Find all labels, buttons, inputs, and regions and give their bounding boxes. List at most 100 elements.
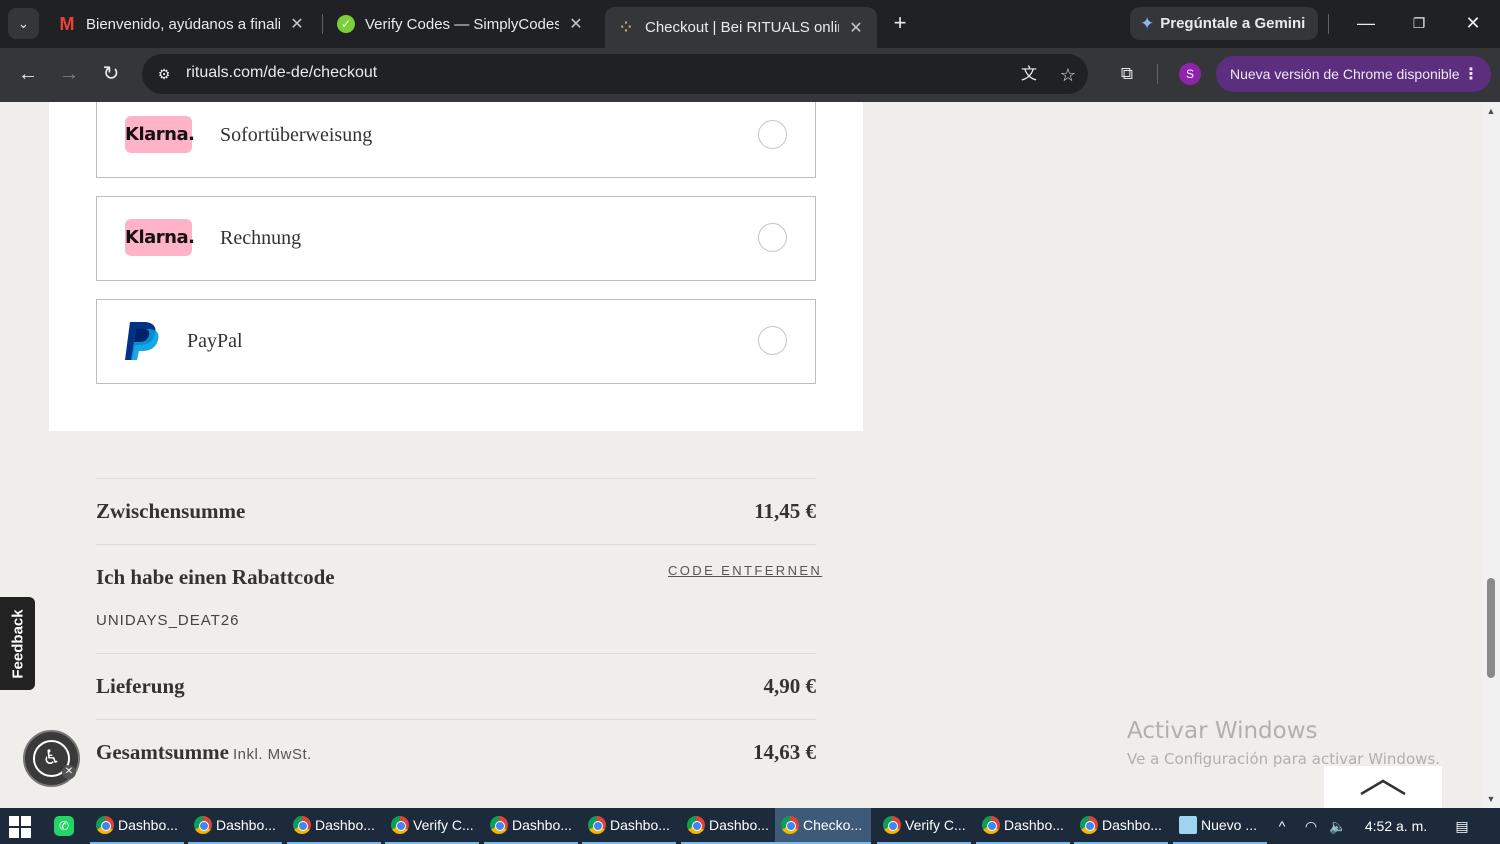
tab-search-button[interactable]: ⌄ [8, 8, 39, 39]
klarna-logo: Klarna. [125, 219, 195, 256]
taskbar-item-active[interactable]: Checko... [775, 808, 871, 844]
payment-radio[interactable] [758, 326, 787, 355]
chrome-icon [781, 816, 799, 834]
divider [96, 719, 816, 720]
page-content: Klarna. Sofortüberweisung Klarna. Rechnu… [0, 102, 1482, 808]
taskbar-item[interactable]: Dashbo... [582, 808, 676, 844]
site-settings-icon[interactable]: ⚙ [154, 64, 174, 84]
chrome-icon [883, 816, 901, 834]
rituals-icon: ⁘ [620, 19, 632, 35]
klarna-logo: Klarna. [125, 116, 195, 153]
volume-icon[interactable]: 🔈 [1326, 808, 1350, 844]
windows-taskbar: ✆ Dashbo... Dashbo... Dashbo... Verify C… [0, 808, 1500, 844]
total-label: Gesamtsumme Inkl. MwSt. [96, 740, 312, 764]
new-tab-button[interactable]: + [888, 11, 912, 35]
toolbar-separator [1328, 14, 1329, 34]
toolbar-separator [1157, 64, 1158, 84]
payment-radio[interactable] [758, 120, 787, 149]
chrome-icon [96, 816, 114, 834]
taskbar-item[interactable]: Dashbo... [681, 808, 775, 844]
close-icon[interactable]: ✕ [62, 765, 76, 779]
scroll-down-arrow-icon[interactable]: ▼ [1486, 794, 1496, 804]
taskbar-item[interactable]: Dashbo... [484, 808, 578, 844]
tray-chevron-up-icon[interactable]: ^ [1271, 808, 1293, 844]
taskbar-item[interactable]: Verify C... [877, 808, 971, 844]
taskbar-item[interactable]: Verify C... [385, 808, 479, 844]
windows-start-icon[interactable] [8, 815, 32, 839]
restore-icon[interactable]: ❐ [1404, 10, 1434, 36]
delivery-label: Lieferung [96, 674, 185, 698]
tab-gmail[interactable]: M Bienvenido, ayúdanos a finaliza ✕ [46, 7, 318, 41]
payment-radio[interactable] [758, 223, 787, 252]
browser-toolbar: ← → ↻ ⚙ rituals.com/de-de/checkout 文 ☆ ⧉… [0, 48, 1500, 102]
payment-option-klarna-rechnung[interactable]: Klarna. Rechnung [96, 196, 816, 281]
divider [96, 544, 816, 545]
chrome-icon [194, 816, 212, 834]
tab-separator [322, 14, 323, 34]
vat-note: Inkl. MwSt. [232, 746, 312, 763]
chrome-icon [490, 816, 508, 834]
gemini-button[interactable]: ✦ Pregúntale a Gemini [1130, 7, 1319, 40]
url-text[interactable]: rituals.com/de-de/checkout [186, 64, 377, 82]
payment-methods-card: Klarna. Sofortüberweisung Klarna. Rechnu… [49, 102, 863, 431]
close-window-icon[interactable]: ✕ [1458, 10, 1488, 36]
close-icon[interactable]: ✕ [845, 18, 867, 38]
network-icon[interactable]: ◠ [1299, 808, 1323, 844]
chrome-icon [391, 816, 409, 834]
scrollbar-thumb[interactable] [1487, 578, 1495, 678]
discount-label: Ich habe einen Rabattcode [96, 565, 335, 589]
payment-option-label: Rechnung [220, 227, 302, 249]
chrome-icon [1080, 816, 1098, 834]
clock[interactable]: 4:52 a. m. [1358, 808, 1434, 844]
extensions-icon[interactable]: ⧉ [1115, 62, 1139, 86]
back-to-top-button[interactable] [1324, 766, 1442, 808]
scroll-up-arrow-icon[interactable]: ▲ [1486, 106, 1496, 116]
simplycodes-icon: ✓ [337, 15, 355, 33]
notifications-icon[interactable]: ▤ [1450, 808, 1474, 844]
payment-option-label: Sofortüberweisung [220, 124, 373, 146]
chrome-icon [293, 816, 311, 834]
taskbar-item[interactable]: Dashbo... [976, 808, 1070, 844]
paypal-icon [125, 322, 159, 360]
taskbar-item[interactable]: Dashbo... [1074, 808, 1168, 844]
feedback-tab[interactable]: Feedback [0, 597, 35, 690]
divider [96, 478, 816, 479]
payment-option-paypal[interactable]: PayPal [96, 299, 816, 384]
payment-option-klarna-sofort[interactable]: Klarna. Sofortüberweisung [96, 102, 816, 178]
address-bar[interactable]: ⚙ rituals.com/de-de/checkout 文 ☆ [142, 54, 1088, 94]
windows-activation-watermark: Activar Windows Ve a Configuración para … [1127, 718, 1440, 768]
subtotal-label: Zwischensumme [96, 499, 246, 523]
remove-code-link[interactable]: CODE ENTFERNEN [668, 563, 822, 578]
accessibility-button[interactable]: ♿ ✕ [23, 730, 80, 787]
divider [96, 653, 816, 654]
gmail-icon: M [59, 13, 75, 34]
taskbar-item[interactable]: Dashbo... [90, 808, 184, 844]
chrome-update-button[interactable]: Nueva versión de Chrome disponible ⋮ [1216, 56, 1491, 92]
close-icon[interactable]: ✕ [565, 14, 587, 34]
page-scrollbar[interactable]: ▲ ▼ [1482, 102, 1500, 808]
subtotal-value: 11,45 € [754, 499, 816, 523]
taskbar-item[interactable]: Dashbo... [188, 808, 282, 844]
chrome-icon [687, 816, 705, 834]
whatsapp-icon[interactable]: ✆ [54, 816, 74, 836]
chrome-icon [982, 816, 1000, 834]
profile-avatar[interactable]: S [1179, 63, 1201, 85]
tab-simplycodes[interactable]: ✓ Verify Codes — SimplyCodes ✕ [325, 7, 597, 41]
more-vert-icon[interactable]: ⋮ [1463, 64, 1479, 84]
tab-rituals-checkout[interactable]: ⁘ Checkout | Bei RITUALS online b ✕ [605, 7, 877, 48]
back-arrow-icon[interactable]: ← [14, 60, 42, 88]
minimize-icon[interactable]: — [1351, 10, 1381, 36]
notepad-icon [1179, 816, 1197, 834]
taskbar-item[interactable]: Nuevo ... [1173, 808, 1267, 844]
chevron-up-icon [1360, 779, 1406, 796]
browser-tab-strip: ⌄ M Bienvenido, ayúdanos a finaliza ✕ ✓ … [0, 0, 1500, 48]
taskbar-item[interactable]: Dashbo... [287, 808, 381, 844]
close-icon[interactable]: ✕ [286, 14, 308, 34]
translate-icon[interactable]: 文 [1018, 64, 1040, 86]
delivery-value: 4,90 € [763, 674, 817, 698]
chevron-down-icon: ⌄ [18, 15, 29, 31]
discount-code-value: UNIDAYS_DEAT26 [96, 612, 240, 629]
forward-arrow-icon[interactable]: → [55, 60, 83, 88]
star-icon[interactable]: ☆ [1057, 64, 1079, 86]
reload-icon[interactable]: ↻ [97, 60, 125, 88]
